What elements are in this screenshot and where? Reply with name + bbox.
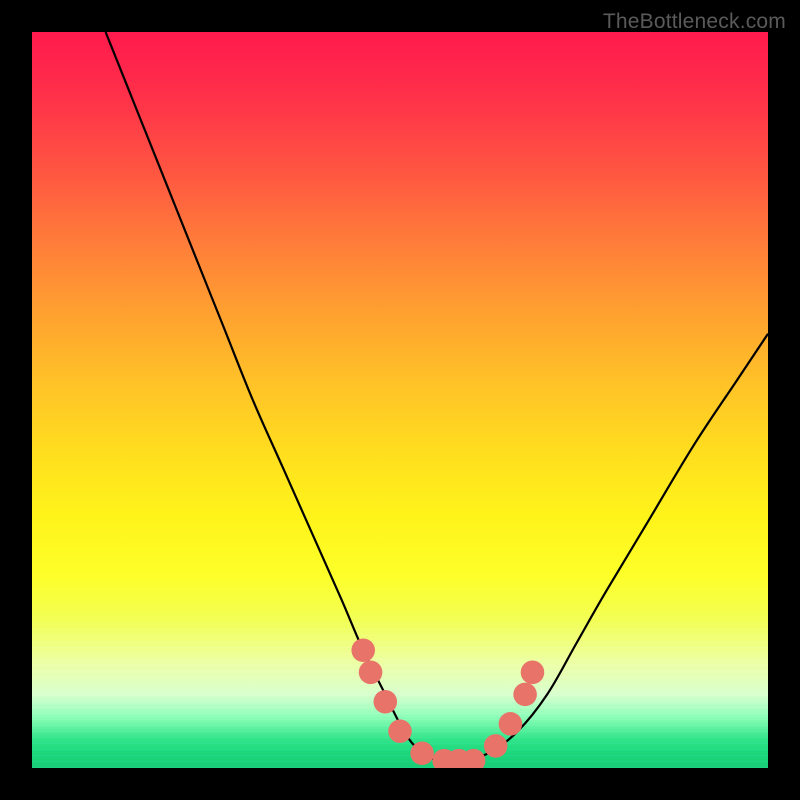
curve-marker-dot — [410, 742, 434, 766]
watermark-text: TheBottleneck.com — [603, 10, 786, 34]
curve-marker-dot — [359, 661, 383, 685]
curve-marker-dot — [388, 719, 412, 743]
curve-marker-dot — [484, 734, 508, 758]
curve-markers — [351, 638, 544, 768]
plot-area — [32, 32, 768, 768]
bottleneck-curve — [106, 32, 768, 762]
chart-frame: TheBottleneck.com — [0, 0, 800, 800]
chart-svg — [32, 32, 768, 768]
curve-marker-dot — [513, 683, 537, 707]
curve-marker-dot — [521, 661, 545, 685]
curve-marker-dot — [499, 712, 523, 736]
curve-marker-dot — [374, 690, 398, 714]
curve-marker-dot — [351, 638, 375, 662]
